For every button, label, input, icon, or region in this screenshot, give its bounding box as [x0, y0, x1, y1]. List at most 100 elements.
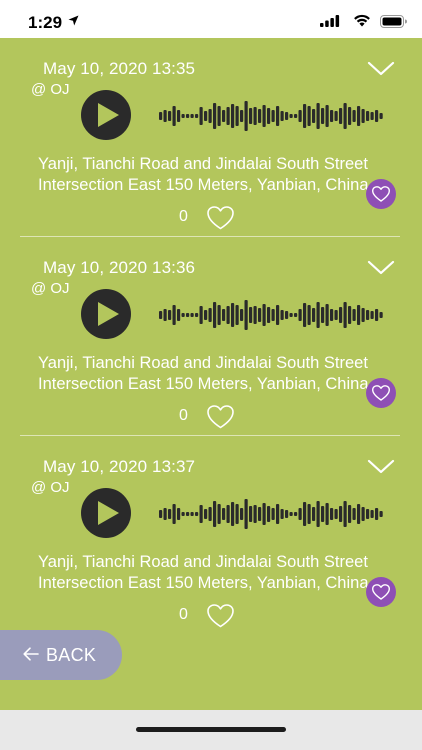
heart-icon	[372, 385, 390, 401]
waveform-icon	[159, 101, 383, 131]
waveform-bar	[321, 307, 325, 323]
chevron-down-icon[interactable]	[367, 60, 395, 78]
waveform-bar	[325, 503, 329, 525]
waveform-bar	[159, 510, 163, 518]
waveform-bar	[222, 508, 226, 520]
waveform-bar	[352, 508, 356, 520]
waveform-bar	[339, 506, 343, 522]
waveform-bar	[321, 108, 325, 124]
waveform-bar	[208, 308, 212, 322]
waveform-bar	[177, 309, 181, 321]
waveform-bar	[181, 512, 185, 516]
play-button[interactable]	[81, 488, 131, 538]
waveform-bar	[316, 302, 320, 328]
recording-date: May 10, 2020 13:37	[43, 457, 196, 476]
recording-user: @ OJ	[31, 81, 70, 98]
waveform-bar	[379, 113, 383, 119]
waveform-bar	[199, 505, 203, 523]
waveform-bar	[357, 504, 361, 524]
address-line-2: Intersection East 150 Meters, Yanbian, C…	[38, 574, 369, 592]
waveform-bar	[276, 106, 280, 126]
waveform-bar	[307, 504, 311, 524]
waveform-bar	[159, 311, 163, 319]
waveform-bar	[204, 111, 208, 121]
waveform-bar	[195, 114, 199, 118]
like-heart-icon[interactable]	[207, 604, 234, 628]
waveform-bar	[361, 507, 365, 521]
waveform-bar	[249, 506, 253, 522]
waveform-bar	[298, 508, 302, 520]
waveform-bar	[312, 109, 316, 123]
waveform-bar	[249, 307, 253, 323]
favorite-button[interactable]	[366, 378, 396, 408]
home-indicator[interactable]	[136, 727, 286, 732]
recording-date: May 10, 2020 13:36	[43, 258, 196, 277]
waveform-bar	[343, 103, 347, 129]
waveform-bar	[280, 310, 284, 320]
favorite-button[interactable]	[366, 179, 396, 209]
waveform-bar	[195, 313, 199, 317]
waveform-bar	[366, 111, 370, 121]
waveform-bar	[375, 508, 379, 520]
waveform-bar	[370, 510, 374, 518]
chevron-down-icon[interactable]	[367, 259, 395, 277]
waveform-bar	[294, 114, 298, 118]
recordings-list[interactable]: May 10, 2020 13:35 @ OJ Yanji, Tianchi R…	[0, 38, 422, 710]
waveform-bar	[307, 106, 311, 126]
status-time: 1:29	[28, 13, 63, 32]
waveform-bar	[244, 101, 248, 131]
waveform-bar	[357, 106, 361, 126]
waveform-bar	[267, 506, 271, 522]
recording-card: May 10, 2020 13:36 @ OJ Yanji, Tianchi R…	[0, 237, 422, 436]
waveform-icon	[159, 300, 383, 330]
waveform-bar	[294, 512, 298, 516]
favorite-button[interactable]	[366, 577, 396, 607]
recording-card: May 10, 2020 13:35 @ OJ Yanji, Tianchi R…	[0, 38, 422, 237]
play-icon	[98, 103, 119, 127]
waveform-bar	[375, 309, 379, 321]
waveform-bar	[258, 308, 262, 322]
recording-user: @ OJ	[31, 280, 70, 297]
waveform-bar	[285, 112, 289, 120]
location-arrow-icon	[68, 15, 79, 26]
waveform-bar	[258, 109, 262, 123]
recording-user: @ OJ	[31, 479, 70, 496]
waveform-bar	[222, 110, 226, 122]
waveform-bar	[276, 305, 280, 325]
waveform-bar	[271, 110, 275, 122]
waveform-bar	[163, 110, 167, 122]
waveform-bar	[352, 309, 356, 321]
address-line-1: Yanji, Tianchi Road and Jindalai South S…	[38, 354, 368, 372]
bottom-bar	[0, 710, 422, 750]
chevron-down-icon[interactable]	[367, 458, 395, 476]
waveform-bar	[280, 509, 284, 519]
waveform-bar	[339, 108, 343, 124]
waveform-bar	[312, 507, 316, 521]
back-button[interactable]: BACK	[0, 630, 122, 680]
waveform-bar	[303, 303, 307, 327]
play-button[interactable]	[81, 90, 131, 140]
waveform-bar	[159, 112, 163, 120]
waveform-bar	[163, 508, 167, 520]
waveform-bar	[379, 312, 383, 318]
waveform-bar	[262, 503, 266, 525]
waveform-bar	[258, 507, 262, 521]
waveform-bar	[204, 509, 208, 519]
waveform-bar	[235, 305, 239, 325]
waveform-bar	[199, 107, 203, 125]
waveform-bar	[271, 309, 275, 321]
waveform-bar	[316, 501, 320, 527]
waveform-bar	[334, 310, 338, 320]
play-icon	[98, 501, 119, 525]
waveform-bar	[370, 112, 374, 120]
like-heart-icon[interactable]	[207, 206, 234, 230]
play-button[interactable]	[81, 289, 131, 339]
waveform-bar	[181, 313, 185, 317]
waveform-bar	[330, 110, 334, 122]
waveform-bar	[217, 504, 221, 524]
waveform-bar	[181, 114, 185, 118]
address-line-2: Intersection East 150 Meters, Yanbian, C…	[38, 375, 369, 393]
like-heart-icon[interactable]	[207, 405, 234, 429]
waveform-bar	[177, 508, 181, 520]
waveform-bar	[379, 511, 383, 517]
